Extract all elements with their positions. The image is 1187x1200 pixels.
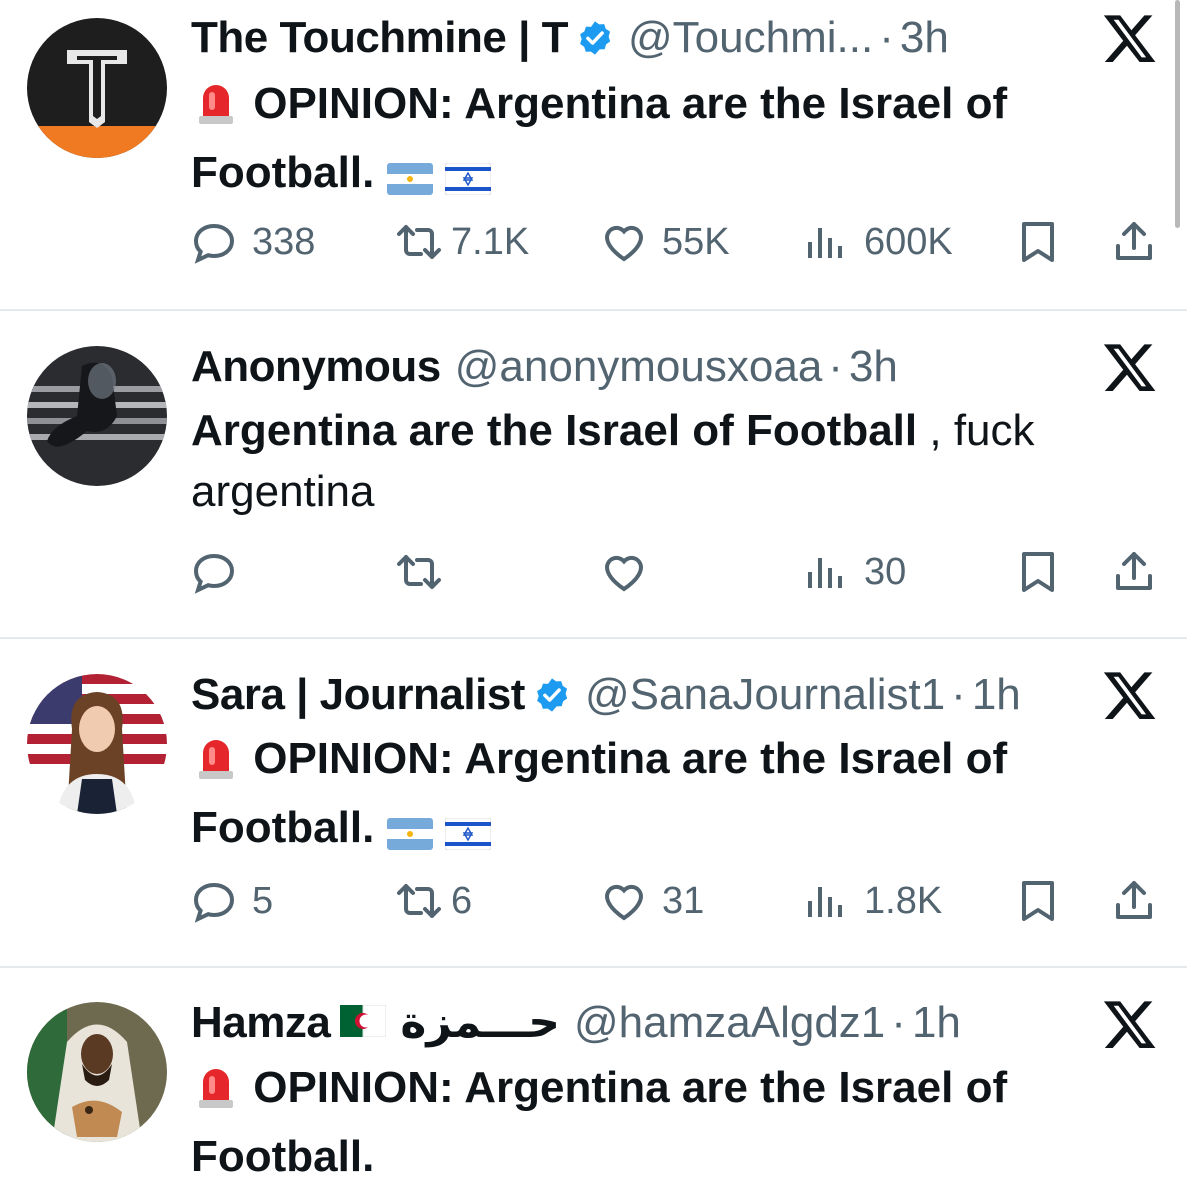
reply-button[interactable]	[190, 546, 238, 598]
bookmark-icon	[1022, 552, 1054, 592]
x-logo-icon	[1103, 1001, 1156, 1049]
handle[interactable]: @Touchmi...	[628, 8, 873, 68]
x-logo-icon	[1103, 15, 1156, 63]
timestamp[interactable]: 1h	[972, 665, 1021, 725]
bookmark-button[interactable]	[1014, 546, 1062, 598]
views-button[interactable]: 600K	[802, 216, 953, 268]
heart-icon	[604, 884, 644, 921]
repost-button[interactable]: 6	[395, 875, 472, 927]
post[interactable]: Anonymous @anonymousxoaa · 3h Argentina …	[0, 311, 1187, 639]
handle[interactable]: @SanaJournalist1	[585, 665, 945, 725]
like-button[interactable]	[600, 546, 648, 598]
x-logo-icon	[1103, 672, 1156, 720]
views-count: 1.8K	[864, 879, 943, 922]
timestamp[interactable]: 3h	[900, 8, 949, 68]
post-text: OPINION: Argentina are the Israel of Foo…	[191, 1057, 1131, 1187]
verified-badge-icon	[537, 678, 568, 712]
separator-dot: ·	[951, 670, 966, 719]
views-chart-icon	[808, 887, 842, 917]
post[interactable]: The Touchmine | T @Touchmi... · 3h OPINI…	[0, 0, 1187, 311]
avatar[interactable]	[27, 346, 167, 486]
display-name[interactable]: The Touchmine | T	[191, 8, 569, 68]
avatar[interactable]	[27, 674, 167, 814]
handle[interactable]: @hamzaAlgdz1	[574, 993, 885, 1053]
bookmark-icon	[1022, 881, 1054, 921]
share-icon	[1116, 222, 1152, 260]
display-name[interactable]: Sara | Journalist	[191, 665, 525, 725]
police-light-emoji	[191, 1060, 241, 1126]
argentina-flag-icon	[386, 805, 433, 866]
separator-dot: ·	[828, 342, 843, 391]
views-button[interactable]: 30	[802, 546, 906, 598]
x-logo-icon	[1103, 344, 1156, 392]
reply-count: 338	[252, 220, 316, 263]
handle[interactable]: @anonymousxoaa	[455, 337, 823, 397]
repost-button[interactable]: 7.1K	[395, 216, 529, 268]
display-name[interactable]: Anonymous	[191, 337, 441, 397]
post-text: OPINION: Argentina are the Israel of Foo…	[191, 73, 1131, 211]
share-button[interactable]	[1110, 546, 1158, 598]
reply-button[interactable]: 5	[190, 875, 273, 927]
repost-icon	[397, 884, 441, 918]
share-icon	[1116, 552, 1152, 590]
repost-icon	[397, 555, 441, 589]
views-chart-icon	[808, 558, 842, 588]
repost-button[interactable]	[395, 546, 443, 598]
views-button[interactable]: 1.8K	[802, 875, 942, 927]
israel-flag-icon	[444, 150, 492, 211]
like-button[interactable]: 31	[600, 875, 704, 927]
reply-count: 5	[252, 879, 274, 922]
views-chart-icon	[808, 228, 842, 258]
post-text-bold: OPINION: Argentina are the Israel of Foo…	[191, 734, 1008, 852]
bookmark-icon	[1022, 222, 1054, 262]
repost-icon	[397, 225, 441, 259]
reply-icon	[193, 882, 235, 923]
police-light-emoji	[191, 731, 241, 797]
timestamp[interactable]: 1h	[912, 993, 961, 1053]
like-count: 55K	[662, 220, 730, 263]
repost-count: 7.1K	[451, 220, 530, 263]
reply-icon	[193, 553, 235, 594]
police-light-emoji	[191, 76, 241, 142]
separator-dot: ·	[891, 998, 906, 1047]
verified-badge-icon	[580, 21, 611, 55]
avatar[interactable]	[27, 18, 167, 158]
share-button[interactable]	[1110, 875, 1158, 927]
algeria-flag-icon	[340, 993, 387, 1053]
like-button[interactable]: 55K	[600, 216, 730, 268]
post-text: Argentina are the Israel of Football , f…	[191, 400, 1131, 522]
post-text: OPINION: Argentina are the Israel of Foo…	[191, 728, 1131, 866]
bookmark-button[interactable]	[1014, 216, 1062, 268]
avatar[interactable]	[27, 1002, 167, 1142]
israel-flag-icon	[444, 805, 492, 866]
reply-icon	[193, 223, 235, 264]
repost-count: 6	[451, 879, 473, 922]
post-text-bold: OPINION: Argentina are the Israel of Foo…	[191, 1063, 1008, 1181]
post-text-bold: Argentina are the Israel of Football	[191, 406, 918, 455]
post[interactable]: Hamza حـــمزة @hamzaAlgdz1 · 1h OPINION:…	[0, 968, 1187, 1200]
separator-dot: ·	[879, 13, 894, 62]
heart-icon	[604, 555, 644, 592]
views-count: 30	[864, 550, 907, 593]
views-count: 600K	[864, 220, 953, 263]
argentina-flag-icon	[386, 150, 433, 211]
display-name-arabic[interactable]: حـــمزة	[400, 993, 560, 1053]
reply-button[interactable]: 338	[190, 216, 315, 268]
like-count: 31	[662, 879, 705, 922]
timestamp[interactable]: 3h	[849, 337, 898, 397]
post[interactable]: Sara | Journalist @SanaJournalist1 · 1h …	[0, 639, 1187, 968]
share-button[interactable]	[1110, 216, 1158, 268]
display-name[interactable]: Hamza	[191, 993, 331, 1053]
heart-icon	[604, 225, 644, 262]
bookmark-button[interactable]	[1014, 875, 1062, 927]
post-text-bold: OPINION: Argentina are the Israel of Foo…	[191, 79, 1008, 197]
share-icon	[1116, 881, 1152, 919]
